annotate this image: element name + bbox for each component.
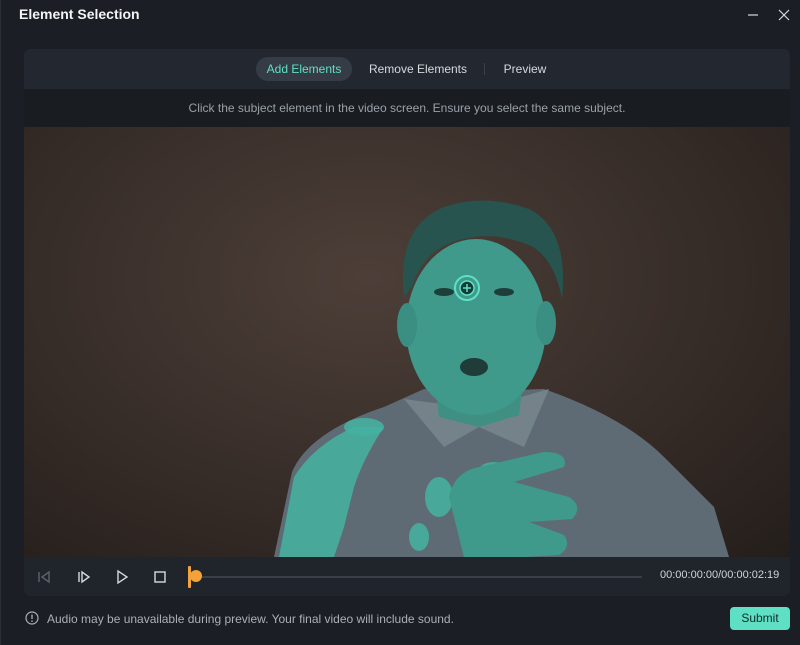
play-icon [117,569,129,585]
info-icon [25,611,39,625]
selection-hint: Click the subject element in the video s… [188,101,626,115]
stop-button[interactable] [150,567,170,587]
minimize-icon [748,14,758,16]
tab-preview[interactable]: Preview [494,57,556,81]
element-selection-window: Element Selection Add Elements Remove El… [0,0,800,645]
timecode: 00:00:00:00/00:00:02:19 [660,569,780,581]
selection-patch [425,477,453,517]
audio-notice: Audio may be unavailable during preview.… [47,612,454,626]
title-bar: Element Selection [1,0,800,30]
playhead-handle[interactable] [190,570,202,582]
selection-patch [409,523,429,551]
video-frame [274,200,729,557]
submit-button[interactable]: Submit [730,607,790,630]
minimize-button[interactable] [742,4,764,26]
player-controls: 00:00:00:00/00:00:02:19 [24,557,790,596]
play-button[interactable] [112,567,132,587]
prev-frame-icon [38,570,50,584]
close-button[interactable] [773,4,795,26]
timeline-track[interactable] [190,576,642,578]
tab-remove-elements[interactable]: Remove Elements [362,57,474,81]
stop-icon [154,571,166,583]
prev-frame-button[interactable] [34,567,54,587]
selection-panel: Add Elements Remove Elements Preview Cli… [24,49,790,596]
video-preview[interactable] [24,127,790,557]
subject-mouth [460,358,488,376]
subject-eye [434,288,454,296]
window-title: Element Selection [19,6,140,22]
subject-face [406,239,546,415]
subject-eye [494,288,514,296]
next-frame-icon [78,570,91,584]
subject-ear [397,303,417,347]
tab-bar: Add Elements Remove Elements Preview [24,49,790,89]
hint-bar: Click the subject element in the video s… [24,89,790,127]
next-frame-button[interactable] [74,567,94,587]
tab-add-elements[interactable]: Add Elements [256,57,352,81]
tab-divider [484,63,485,75]
close-icon [778,9,790,21]
selection-patch [344,418,384,436]
subject-ear [536,301,556,345]
